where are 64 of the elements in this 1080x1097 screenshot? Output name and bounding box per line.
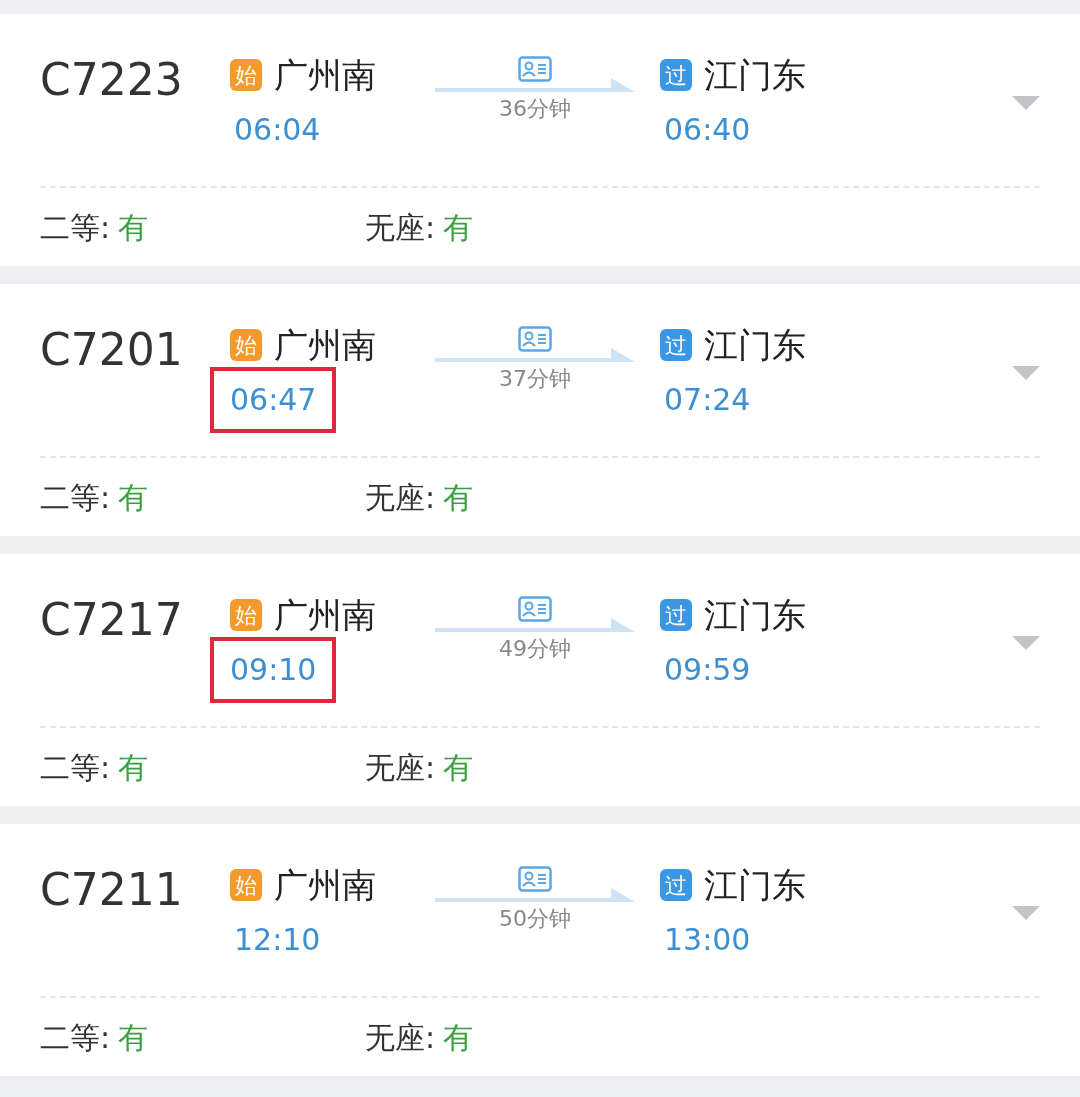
id-card-icon bbox=[518, 866, 552, 892]
station-name: 江门东 bbox=[704, 323, 806, 367]
departure-time: 06:04 bbox=[233, 111, 322, 149]
duration: 37分钟 bbox=[499, 365, 571, 393]
station-badge: 过 bbox=[660, 329, 692, 361]
seat-class: 无座: bbox=[365, 748, 436, 787]
train-number: C7201 bbox=[40, 323, 184, 377]
departure-time: 12:10 bbox=[233, 921, 322, 959]
seat-availability: 有 bbox=[118, 208, 149, 247]
id-card-icon bbox=[518, 596, 552, 622]
duration: 49分钟 bbox=[499, 635, 571, 663]
arrow-icon bbox=[435, 886, 635, 904]
station-name: 江门东 bbox=[704, 863, 806, 907]
seat-class: 无座: bbox=[365, 208, 436, 247]
seat-availability: 有 bbox=[118, 478, 149, 517]
seat-availability: 有 bbox=[118, 1018, 149, 1057]
station-badge: 过 bbox=[660, 599, 692, 631]
duration: 50分钟 bbox=[499, 905, 571, 933]
seat-availability: 有 bbox=[443, 478, 474, 517]
seat-availability: 有 bbox=[118, 748, 149, 787]
caret-icon[interactable] bbox=[1012, 96, 1040, 110]
arrow-icon bbox=[435, 76, 635, 94]
departure-time: 06:47 bbox=[210, 367, 337, 433]
departure-time: 09:59 bbox=[663, 651, 752, 689]
seat-class: 无座: bbox=[365, 478, 436, 517]
arrow-icon bbox=[435, 346, 635, 364]
caret-icon[interactable] bbox=[1012, 366, 1040, 380]
station-badge: 过 bbox=[660, 869, 692, 901]
station-name: 江门东 bbox=[704, 593, 806, 637]
seat-class: 二等: bbox=[40, 748, 111, 787]
train-number: C7217 bbox=[40, 593, 184, 647]
station-badge: 始 bbox=[230, 59, 262, 91]
train-card[interactable]: C7217 始 广州南 09:10 49分钟 过 江门东 09:59 二等: 有 无座: 有 bbox=[0, 554, 1080, 806]
station-name: 广州南 bbox=[274, 593, 376, 637]
seat-class: 二等: bbox=[40, 478, 111, 517]
station-badge: 始 bbox=[230, 869, 262, 901]
train-number: C7211 bbox=[40, 863, 184, 917]
station-name: 广州南 bbox=[274, 863, 376, 907]
station-badge: 始 bbox=[230, 599, 262, 631]
train-card[interactable]: C7211 始 广州南 12:10 50分钟 过 江门东 13:00 二等: 有 无座: 有 bbox=[0, 824, 1080, 1076]
station-name: 江门东 bbox=[704, 53, 806, 97]
station-name: 广州南 bbox=[274, 53, 376, 97]
station-name: 广州南 bbox=[274, 323, 376, 367]
train-card[interactable]: C7201 始 广州南 06:47 37分钟 过 江门东 07:24 二等: 有 无座: 有 bbox=[0, 284, 1080, 536]
seat-availability: 有 bbox=[443, 1018, 474, 1057]
departure-time: 09:10 bbox=[210, 637, 337, 703]
train-number: C7223 bbox=[40, 53, 184, 107]
seat-availability: 有 bbox=[443, 208, 474, 247]
id-card-icon bbox=[518, 56, 552, 82]
station-badge: 过 bbox=[660, 59, 692, 91]
seat-availability: 有 bbox=[443, 748, 474, 787]
duration: 36分钟 bbox=[499, 95, 571, 123]
seat-class: 无座: bbox=[365, 1018, 436, 1057]
seat-class: 二等: bbox=[40, 1018, 111, 1057]
seat-class: 二等: bbox=[40, 208, 111, 247]
departure-time: 06:40 bbox=[663, 111, 752, 149]
station-badge: 始 bbox=[230, 329, 262, 361]
caret-icon[interactable] bbox=[1012, 906, 1040, 920]
departure-time: 07:24 bbox=[663, 381, 752, 419]
train-card[interactable]: C7223 始 广州南 06:04 36分钟 过 江门东 06:40 二等: 有 无座: 有 bbox=[0, 14, 1080, 266]
arrow-icon bbox=[435, 616, 635, 634]
id-card-icon bbox=[518, 326, 552, 352]
departure-time: 13:00 bbox=[663, 921, 752, 959]
caret-icon[interactable] bbox=[1012, 636, 1040, 650]
